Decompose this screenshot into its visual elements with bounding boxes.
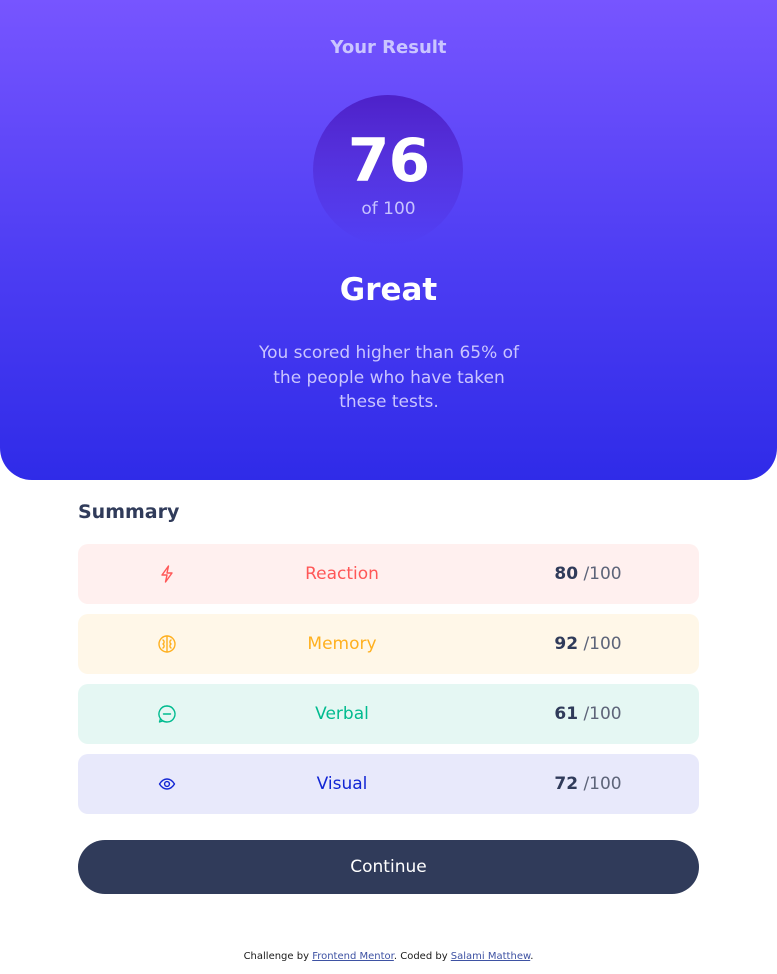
summary-item-label: Memory (307, 634, 377, 654)
score-value: 76 (347, 126, 431, 196)
footer-suffix-text: . (530, 951, 534, 962)
summary-item-label: Verbal (315, 704, 369, 724)
footer-prefix-text: Challenge by (243, 951, 313, 962)
result-panel: Your Result 76 of 100 Great You scored h… (0, 0, 777, 480)
summary-item-score: 61 /100 (554, 704, 622, 724)
result-description: You scored higher than 65% of the people… (258, 343, 520, 412)
summary-item-visual: Visual 72 /100 (78, 754, 699, 814)
summary-item-score: 72 /100 (554, 774, 622, 794)
chat-bubble-icon (157, 704, 177, 724)
result-title: Your Result (330, 37, 447, 58)
brain-icon (157, 634, 177, 654)
eye-icon (157, 774, 177, 794)
footer-middle-text: . Coded by (393, 951, 451, 962)
lightning-icon (157, 564, 177, 584)
summary-item-memory: Memory 92 /100 (78, 614, 699, 674)
summary-item-label: Reaction (305, 564, 379, 584)
continue-button[interactable]: Continue (78, 840, 699, 894)
summary-item-score: 92 /100 (554, 634, 622, 654)
summary-item-label: Visual (316, 774, 368, 794)
summary-item-reaction: Reaction 80 /100 (78, 544, 699, 604)
summary-title: Summary (78, 501, 180, 523)
summary-item-verbal: Verbal 61 /100 (78, 684, 699, 744)
rating-label: Great (339, 272, 438, 308)
summary-item-score: 80 /100 (554, 564, 622, 584)
score-of-label: of 100 (361, 199, 416, 219)
author-link[interactable]: Salami Matthew (451, 951, 530, 962)
frontend-mentor-link[interactable]: Frontend Mentor (312, 951, 394, 962)
attribution-footer: Challenge by Frontend Mentor. Coded by S… (0, 951, 777, 962)
